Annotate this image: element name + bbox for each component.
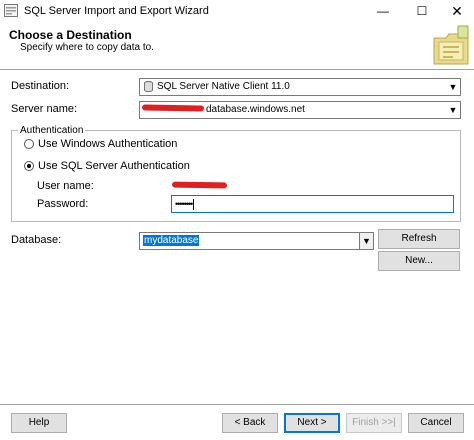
destination-label: Destination:	[11, 80, 70, 92]
sql-auth-label[interactable]: Use SQL Server Authentication	[38, 160, 190, 172]
new-button[interactable]: New...	[378, 251, 460, 271]
chevron-down-icon[interactable]: ▼	[446, 79, 460, 95]
sql-auth-radio[interactable]	[24, 161, 34, 171]
wizard-header: Choose a Destination Specify where to co…	[0, 22, 474, 70]
password-label: Password:	[37, 198, 89, 210]
wizard-app-icon	[4, 4, 18, 17]
minimize-button[interactable]: —	[366, 0, 400, 22]
back-button[interactable]: < Back	[222, 413, 278, 433]
password-value: ••••••••	[175, 199, 193, 209]
database-select[interactable]: mydatabase ▼	[139, 232, 374, 250]
server-name-input[interactable]: database.windows.net ▼	[139, 101, 461, 119]
database-label: Database:	[11, 234, 62, 246]
chevron-down-icon[interactable]: ▼	[359, 233, 373, 249]
redaction-mark	[172, 181, 228, 189]
window-title: SQL Server Import and Export Wizard	[24, 5, 209, 17]
close-button[interactable]: ✕	[440, 0, 474, 22]
username-input[interactable]	[171, 177, 454, 195]
password-input[interactable]: ••••••••	[171, 195, 454, 213]
folder-wizard-icon	[433, 25, 469, 65]
authentication-group-label: Authentication	[18, 125, 86, 136]
footer-divider	[0, 404, 474, 405]
database-value: mydatabase	[143, 235, 200, 246]
page-subtitle: Specify where to copy data to.	[20, 42, 154, 53]
page-title: Choose a Destination	[9, 28, 132, 42]
cancel-button[interactable]: Cancel	[408, 413, 464, 433]
destination-value: SQL Server Native Client 11.0	[157, 81, 290, 92]
finish-button[interactable]: Finish >>|	[346, 413, 402, 433]
maximize-button[interactable]: ☐	[405, 0, 439, 22]
text-caret	[193, 198, 195, 210]
next-button[interactable]: Next >	[284, 413, 340, 433]
username-label: User name:	[37, 180, 94, 192]
chevron-down-icon[interactable]: ▼	[446, 102, 460, 118]
title-bar: SQL Server Import and Export Wizard — ☐ …	[0, 0, 474, 22]
refresh-button[interactable]: Refresh	[378, 229, 460, 249]
server-name-label: Server name:	[11, 103, 78, 115]
destination-select[interactable]: SQL Server Native Client 11.0 ▼	[139, 78, 461, 96]
server-name-value: database.windows.net	[206, 104, 305, 115]
database-icon	[144, 81, 153, 92]
windows-auth-label[interactable]: Use Windows Authentication	[38, 138, 177, 150]
windows-auth-radio[interactable]	[24, 139, 34, 149]
help-button[interactable]: Help	[11, 413, 67, 433]
redaction-mark	[141, 104, 205, 112]
